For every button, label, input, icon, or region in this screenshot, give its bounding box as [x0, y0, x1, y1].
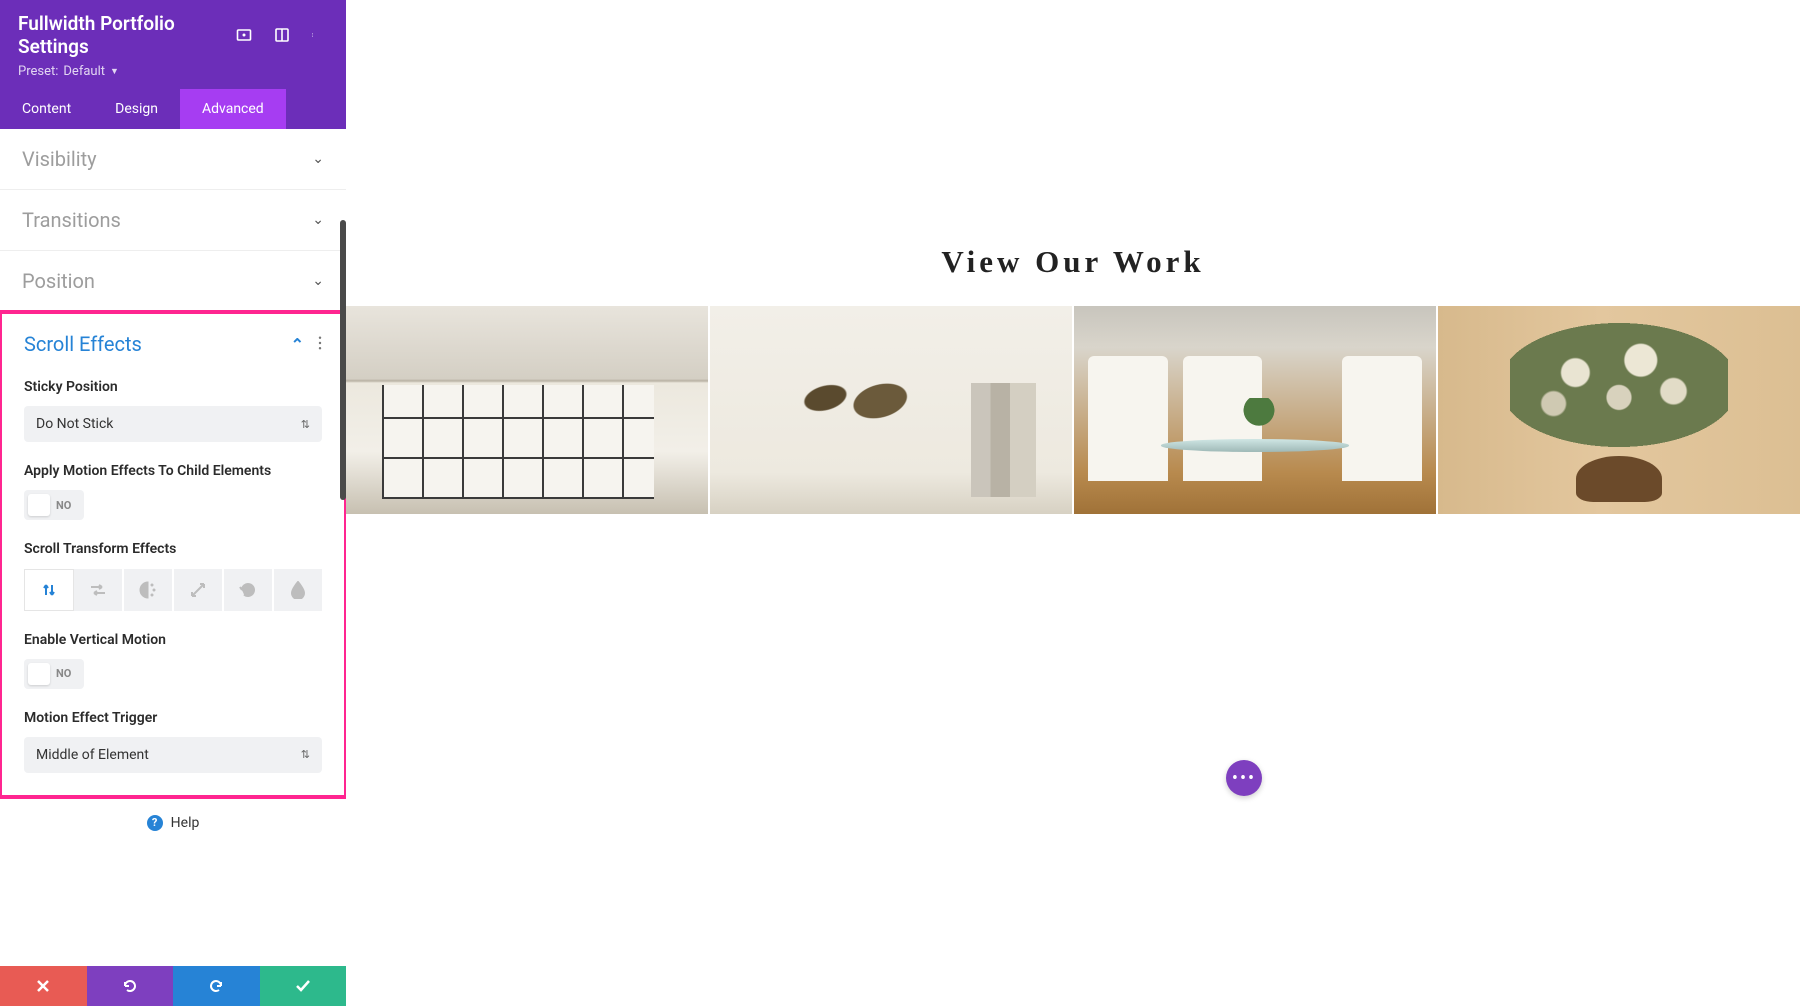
- chevron-down-icon: ⌄: [312, 273, 324, 289]
- responsive-icon[interactable]: [236, 27, 252, 43]
- redo-button[interactable]: [173, 966, 260, 1006]
- field-enable-vertical-motion: Enable Vertical Motion NO: [2, 621, 344, 699]
- more-icon[interactable]: [312, 27, 328, 43]
- select-value: Do Not Stick: [36, 416, 113, 432]
- settings-tabs: Content Design Advanced: [0, 89, 346, 129]
- effect-fade-icon[interactable]: [124, 569, 174, 611]
- portfolio-item[interactable]: [1438, 306, 1800, 514]
- portfolio-row: [346, 306, 1800, 514]
- apply-motion-toggle[interactable]: NO: [24, 490, 84, 520]
- section-position[interactable]: Position ⌄: [0, 251, 346, 312]
- portfolio-item[interactable]: [1074, 306, 1436, 514]
- section-scroll-effects: Scroll Effects ⌃ Sticky Position Do Not …: [0, 310, 346, 799]
- caret-down-icon: ▼: [110, 66, 119, 77]
- motion-trigger-select[interactable]: Middle of Element ⇅: [24, 737, 322, 773]
- field-label: Sticky Position: [24, 378, 322, 396]
- help-link[interactable]: ? Help: [0, 797, 346, 849]
- cancel-button[interactable]: [0, 966, 87, 1006]
- section-visibility[interactable]: Visibility ⌄: [0, 129, 346, 190]
- preset-selector[interactable]: Preset: Default ▼: [18, 64, 328, 79]
- sidebar-header: Fullwidth Portfolio Settings Preset: Def…: [0, 0, 346, 89]
- effect-blur-icon[interactable]: [274, 569, 322, 611]
- preset-label: Preset:: [18, 64, 58, 79]
- field-label: Apply Motion Effects To Child Elements: [24, 462, 322, 480]
- select-value: Middle of Element: [36, 747, 149, 763]
- sort-icon: ⇅: [301, 418, 310, 431]
- effect-rotate-icon[interactable]: [224, 569, 274, 611]
- builder-fab[interactable]: •••: [1226, 760, 1262, 796]
- module-title: Fullwidth Portfolio Settings: [18, 12, 236, 58]
- tab-design[interactable]: Design: [93, 89, 180, 129]
- section-title: Position: [22, 269, 95, 293]
- field-motion-trigger: Motion Effect Trigger Middle of Element …: [2, 699, 344, 795]
- tab-advanced[interactable]: Advanced: [180, 89, 286, 129]
- field-scroll-transform: Scroll Transform Effects: [2, 530, 344, 620]
- effect-horizontal-icon[interactable]: [74, 569, 124, 611]
- field-label: Enable Vertical Motion: [24, 631, 322, 649]
- chevron-down-icon: ⌄: [312, 151, 324, 167]
- preview-canvas: View Our Work •••: [346, 0, 1800, 1006]
- chevron-up-icon: ⌃: [291, 335, 304, 354]
- effect-scale-icon[interactable]: [174, 569, 224, 611]
- help-label: Help: [171, 815, 200, 831]
- toggle-value: NO: [56, 499, 71, 512]
- section-title: Transitions: [22, 208, 121, 232]
- sort-icon: ⇅: [301, 748, 310, 761]
- tab-content[interactable]: Content: [0, 89, 93, 129]
- section-transitions[interactable]: Transitions ⌄: [0, 190, 346, 251]
- expand-icon[interactable]: [274, 27, 290, 43]
- help-icon: ?: [147, 815, 163, 831]
- field-label: Scroll Transform Effects: [24, 540, 322, 558]
- field-apply-motion-children: Apply Motion Effects To Child Elements N…: [2, 452, 344, 530]
- toggle-knob: [28, 494, 50, 516]
- save-button[interactable]: [260, 966, 347, 1006]
- toggle-value: NO: [56, 667, 71, 680]
- undo-button[interactable]: [87, 966, 174, 1006]
- transform-effect-buttons: [24, 569, 322, 611]
- effect-vertical-icon[interactable]: [24, 569, 74, 611]
- settings-sidebar: Fullwidth Portfolio Settings Preset: Def…: [0, 0, 346, 1006]
- preset-value: Default: [63, 64, 105, 79]
- portfolio-item[interactable]: [710, 306, 1072, 514]
- more-icon[interactable]: [318, 335, 322, 354]
- section-title: Scroll Effects: [24, 332, 142, 356]
- vertical-motion-toggle[interactable]: NO: [24, 659, 84, 689]
- toggle-knob: [28, 663, 50, 685]
- field-sticky-position: Sticky Position Do Not Stick ⇅: [2, 368, 344, 452]
- page-heading: View Our Work: [346, 244, 1800, 280]
- portfolio-item[interactable]: [346, 306, 708, 514]
- field-label: Motion Effect Trigger: [24, 709, 322, 727]
- sidebar-footer: [0, 966, 346, 1006]
- section-title: Visibility: [22, 147, 97, 171]
- chevron-down-icon: ⌄: [312, 212, 324, 228]
- scroll-effects-header[interactable]: Scroll Effects ⌃: [2, 314, 344, 368]
- sticky-position-select[interactable]: Do Not Stick ⇅: [24, 406, 322, 442]
- settings-sections: Visibility ⌄ Transitions ⌄ Position ⌄: [0, 129, 346, 966]
